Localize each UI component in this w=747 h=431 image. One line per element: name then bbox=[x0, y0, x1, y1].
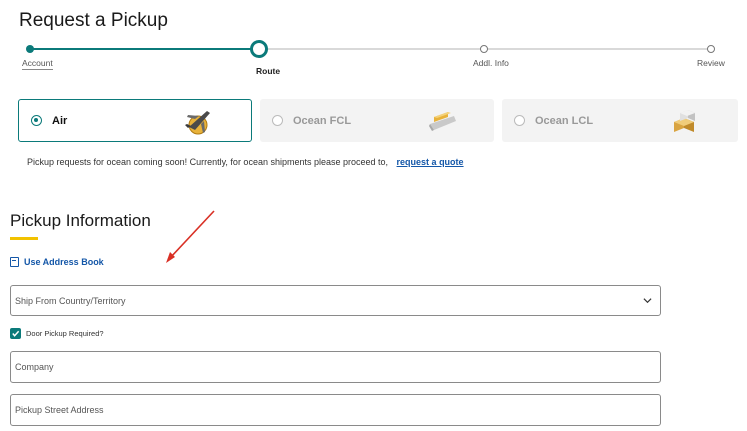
address-book-icon bbox=[10, 257, 19, 267]
mode-card-air[interactable]: Air bbox=[18, 99, 252, 142]
mode-label-ocean-fcl: Ocean FCL bbox=[293, 114, 352, 127]
mode-card-ocean-lcl[interactable]: Ocean LCL bbox=[502, 99, 738, 142]
radio-air[interactable] bbox=[31, 115, 42, 126]
ship-icon bbox=[429, 112, 456, 131]
request-quote-link[interactable]: request a quote bbox=[397, 157, 464, 167]
step-account-dot[interactable] bbox=[26, 45, 34, 53]
door-pickup-label: Door Pickup Required? bbox=[26, 329, 104, 338]
page-title: Request a Pickup bbox=[19, 10, 168, 31]
door-pickup-checkbox[interactable] bbox=[10, 328, 21, 339]
step-review-label: Review bbox=[697, 58, 725, 68]
mode-label-ocean-lcl: Ocean LCL bbox=[535, 114, 594, 127]
step-route-dot bbox=[250, 40, 268, 58]
annotation-arrow-icon bbox=[166, 210, 215, 263]
ship-from-country-select[interactable]: Ship From Country/Territory bbox=[10, 285, 661, 316]
boxes-icon bbox=[674, 110, 695, 132]
step-route-label: Route bbox=[256, 66, 281, 76]
radio-ocean-fcl[interactable] bbox=[272, 115, 283, 126]
ocean-note-text: Pickup requests for ocean coming soon! C… bbox=[27, 157, 389, 167]
step-addl-info-dot bbox=[480, 45, 488, 53]
step-review-dot bbox=[707, 45, 715, 53]
section-title-pickup-information: Pickup Information bbox=[10, 211, 151, 230]
section-title-underline bbox=[10, 237, 38, 240]
use-address-book-button[interactable]: Use Address Book bbox=[10, 257, 104, 267]
chevron-down-icon bbox=[643, 298, 652, 304]
ocean-coming-soon-note: Pickup requests for ocean coming soon! C… bbox=[27, 157, 464, 167]
step-account-label[interactable]: Account bbox=[22, 58, 53, 70]
company-placeholder: Company bbox=[15, 362, 54, 372]
pickup-street-address-placeholder: Pickup Street Address bbox=[15, 405, 104, 415]
stepper-track-completed bbox=[30, 48, 258, 50]
company-input[interactable]: Company bbox=[10, 351, 661, 383]
ship-from-country-placeholder: Ship From Country/Territory bbox=[15, 295, 126, 306]
use-address-book-label: Use Address Book bbox=[24, 257, 104, 267]
door-pickup-checkbox-row[interactable]: Door Pickup Required? bbox=[10, 328, 104, 339]
mode-label-air: Air bbox=[52, 114, 68, 127]
step-addl-info-label: Addl. Info bbox=[473, 58, 509, 68]
progress-stepper: Account Route Addl. Info Review bbox=[0, 38, 747, 78]
checkmark-icon bbox=[12, 330, 20, 337]
radio-ocean-lcl[interactable] bbox=[514, 115, 525, 126]
pickup-street-address-input[interactable]: Pickup Street Address bbox=[10, 394, 661, 426]
airplane-icon bbox=[185, 111, 210, 135]
mode-card-ocean-fcl[interactable]: Ocean FCL bbox=[260, 99, 494, 142]
